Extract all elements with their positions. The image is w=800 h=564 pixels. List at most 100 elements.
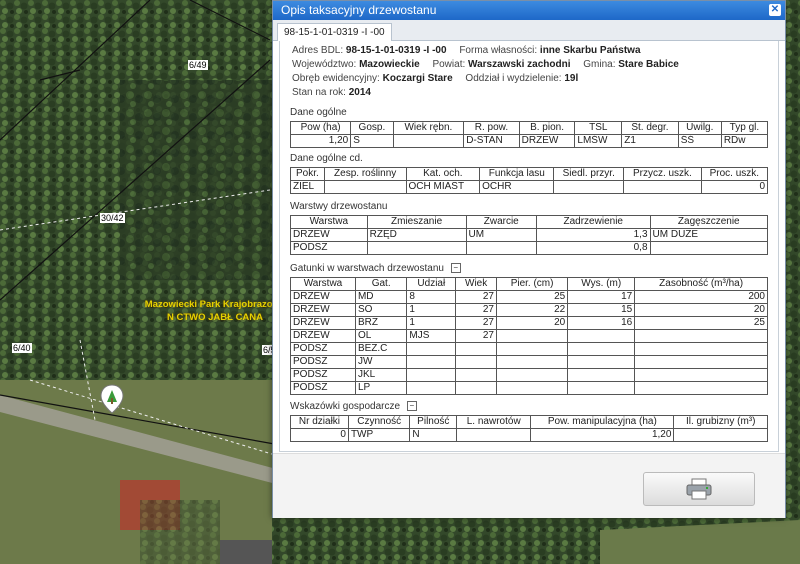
table-row: DRZEW OL MJS 27 xyxy=(290,329,768,343)
table-header: Zwarcie xyxy=(465,215,537,229)
table-cell: RZĘD xyxy=(366,228,467,242)
table-cell: 200 xyxy=(634,290,768,304)
table-header: Nr działki xyxy=(290,415,349,429)
table-header: B. pion. xyxy=(518,121,576,135)
reserve-label-line2: N CTWO JABŁ CANA xyxy=(166,312,264,323)
table-cell: PODSZ xyxy=(290,241,368,255)
table-cell xyxy=(634,368,768,382)
table-cell: 1,20 xyxy=(530,428,675,442)
section-species-title: Gatunki w warstwach drzewostanu − xyxy=(290,263,461,274)
table-cell xyxy=(323,180,407,194)
table-header: Czynność xyxy=(347,415,411,429)
table-cell xyxy=(495,368,569,382)
table-cell: DRZEW xyxy=(290,316,356,330)
table-cell: 16 xyxy=(567,316,636,330)
table-cell: TWP xyxy=(347,428,411,442)
section-recommendations-title: Wskazówki gospodarcze − xyxy=(290,401,417,412)
print-button[interactable] xyxy=(643,472,755,506)
collapse-toggle[interactable]: − xyxy=(406,401,417,412)
table-cell xyxy=(455,368,497,382)
table-header: Zesp. roślinny xyxy=(323,167,407,181)
map-pin-icon[interactable] xyxy=(100,384,124,414)
wojewodztwo-value: Mazowieckie xyxy=(359,59,420,70)
table-cell xyxy=(406,342,457,356)
table-cell: 1 xyxy=(406,316,457,330)
section-general-title: Dane ogólne xyxy=(290,107,347,118)
table-header: Funkcja lasu xyxy=(479,167,555,181)
table-cell xyxy=(567,381,636,395)
table-cell: 8 xyxy=(406,290,457,304)
table-cell: SO xyxy=(354,303,408,317)
table-cell: 20 xyxy=(495,316,569,330)
collapse-toggle[interactable]: − xyxy=(450,263,461,274)
table-cell xyxy=(623,180,702,194)
table-header-row: Warstwa Zmieszanie Zwarcie Zadrzewienie … xyxy=(290,215,769,229)
table-header: St. degr. xyxy=(621,121,679,135)
reserve-label: Mazowiecki Park Krajobrazowy N CTWO JABŁ… xyxy=(140,298,290,324)
table-header: L. nawrotów xyxy=(456,415,532,429)
tab-strip: 98-15-1-01-0319 -I -00 xyxy=(273,20,785,41)
close-icon[interactable]: ✕ xyxy=(769,4,781,16)
table-cell: PODSZ xyxy=(290,381,356,395)
table-header: Pow. manipulacyjna (ha) xyxy=(530,415,675,429)
obreb-value: Koczargi Stare xyxy=(382,73,453,84)
powiat-value: Warszawski zachodni xyxy=(468,59,571,70)
table-header: R. pow. xyxy=(463,121,520,135)
oddzial-value: 19l xyxy=(564,73,579,84)
table-cell: MD xyxy=(354,290,408,304)
table-header: Uwilg. xyxy=(677,121,722,135)
table-cell xyxy=(495,329,569,343)
table-row: 0 TWP N 1,20 xyxy=(290,428,768,442)
table-cell xyxy=(567,368,636,382)
gmina-label: Gmina: xyxy=(583,59,616,70)
tab-stand-address[interactable]: 98-15-1-01-0319 -I -00 xyxy=(277,23,392,41)
forma-label: Forma własności: xyxy=(459,45,538,56)
table-cell: 22 xyxy=(495,303,569,317)
info-row-1: Adres BDL: 98-15-1-01-0319 -I -00 Forma … xyxy=(292,45,641,56)
info-row-2: Województwo: Mazowieckie Powiat: Warszaw… xyxy=(292,59,679,70)
dialog-titlebar[interactable]: Opis taksacyjny drzewostanu ✕ xyxy=(273,1,785,20)
recommendations-title-text: Wskazówki gospodarcze xyxy=(290,401,401,412)
table-row: PODSZ BEZ.C xyxy=(290,342,768,356)
table-cell: 27 xyxy=(455,303,497,317)
table-cell: 15 xyxy=(567,303,636,317)
table-cell xyxy=(634,381,768,395)
stan-value: 2014 xyxy=(348,87,371,98)
reserve-label-line1: Mazowiecki Park Krajobrazowy xyxy=(144,299,286,310)
table-cell xyxy=(406,368,457,382)
table-cell: DRZEW xyxy=(290,329,356,343)
table-cell: JW xyxy=(354,355,408,369)
table-cell: 20 xyxy=(634,303,768,317)
table-cell: LMŚW xyxy=(574,134,623,148)
table-cell: OL xyxy=(354,329,408,343)
table-cell xyxy=(495,381,569,395)
adres-value: 98-15-1-01-0319 -I -00 xyxy=(345,45,447,56)
dialog-footer xyxy=(273,453,785,518)
table-header: Wys. (m) xyxy=(567,277,636,291)
gmina-value: Stare Babice xyxy=(618,59,679,70)
table-header: Pier. (cm) xyxy=(495,277,569,291)
table-header-row: Pokr. Zesp. roślinny Kat. och. Funkcja l… xyxy=(290,167,769,181)
table-header: Zagęszczenie xyxy=(649,215,769,229)
table-row: DRZEW MD 8 27 25 17 200 xyxy=(290,290,768,304)
table-row: PODSZ JW xyxy=(290,355,768,369)
table-header: Typ gl. xyxy=(720,121,769,135)
table-cell: 27 xyxy=(455,316,497,330)
wojewodztwo-label: Województwo: xyxy=(292,59,357,70)
table-cell: 17 xyxy=(567,290,636,304)
table-cell: DRZEW xyxy=(290,290,356,304)
table-cell xyxy=(567,342,636,356)
table-header: Pokr. xyxy=(290,167,325,181)
table-header: Warstwa xyxy=(290,277,356,291)
oddzial-label: Oddział i wydzielenie: xyxy=(465,73,562,84)
parcel-label: 6/40 xyxy=(12,343,32,353)
table-row: PODSZ 0,8 xyxy=(290,241,769,255)
table-cell: LP xyxy=(354,381,408,395)
table-row: DRZEW SO 1 27 22 15 20 xyxy=(290,303,768,317)
table-header: Gosp. xyxy=(350,121,394,135)
dialog-content[interactable]: Adres BDL: 98-15-1-01-0319 -I -00 Forma … xyxy=(279,41,779,452)
table-cell: 0 xyxy=(290,428,349,442)
table-cell: 27 xyxy=(455,329,497,343)
obreb-label: Obręb ewidencyjny: xyxy=(292,73,380,84)
table-cell: DRZEW xyxy=(290,303,356,317)
